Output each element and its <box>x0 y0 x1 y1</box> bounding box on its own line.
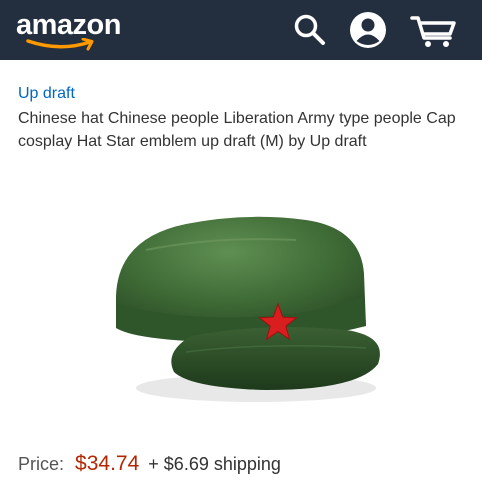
cart-icon[interactable] <box>408 10 460 50</box>
price-value: $34.74 <box>75 452 140 475</box>
logo-text: amazon <box>16 9 121 41</box>
product-image[interactable] <box>96 176 400 416</box>
logo-smile-icon <box>26 38 94 51</box>
brand-link[interactable]: Up draft <box>18 85 75 103</box>
account-icon[interactable] <box>348 10 388 50</box>
amazon-logo[interactable]: amazon <box>16 8 136 52</box>
shipping-cost: + $6.69 shipping <box>148 454 281 474</box>
top-navigation-bar: amazon <box>0 0 482 60</box>
price-label: Price: <box>18 454 65 474</box>
search-icon[interactable] <box>290 10 330 50</box>
price-row: Price: $34.74 + $6.69 shipping <box>18 452 281 476</box>
product-title[interactable]: Chinese hat Chinese people Liberation Ar… <box>18 107 468 153</box>
